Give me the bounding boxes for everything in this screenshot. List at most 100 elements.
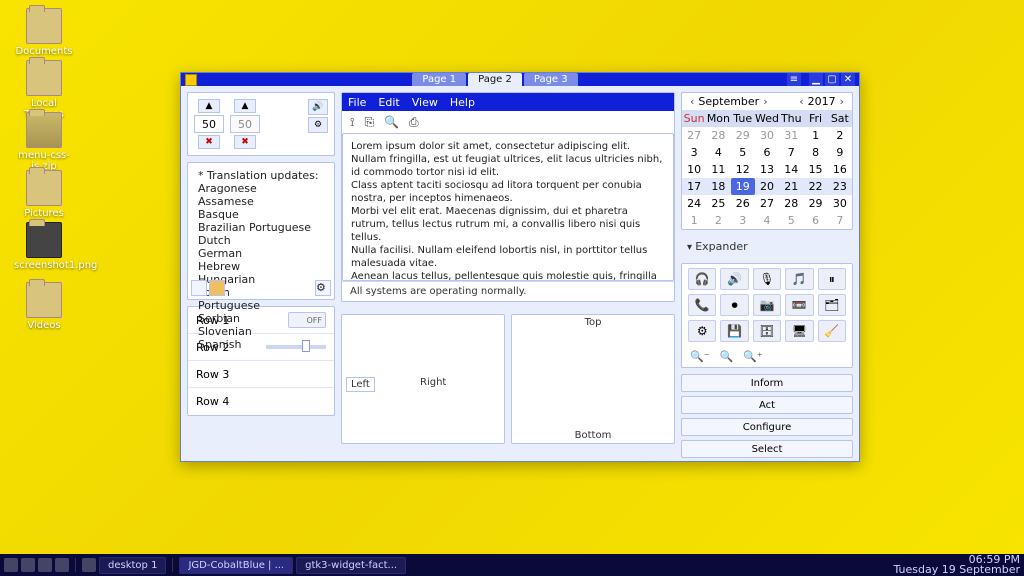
inform-button[interactable]: Inform bbox=[681, 374, 853, 392]
app-icon[interactable]: 🎙 bbox=[753, 268, 781, 290]
cal-day[interactable]: 4 bbox=[755, 212, 779, 229]
cal-day[interactable]: 1 bbox=[803, 127, 827, 144]
spin1-up-button[interactable]: ▲ bbox=[198, 99, 220, 113]
task-button-1[interactable]: JGD-CobaltBlue | ... bbox=[179, 557, 293, 574]
cal-day[interactable]: 21 bbox=[779, 178, 803, 195]
cal-day[interactable]: 29 bbox=[731, 127, 755, 144]
language-item[interactable]: Hebrew bbox=[198, 260, 324, 273]
task-button-2[interactable]: gtk3-widget-fact... bbox=[296, 557, 406, 574]
cal-day[interactable]: 28 bbox=[706, 127, 730, 144]
language-item[interactable]: Aragonese bbox=[198, 182, 324, 195]
view-list-icon[interactable] bbox=[191, 280, 207, 296]
cal-day[interactable]: 2 bbox=[828, 127, 852, 144]
cal-day[interactable]: 6 bbox=[755, 144, 779, 161]
app-icon[interactable]: 📼 bbox=[785, 294, 813, 316]
copy-icon[interactable]: ⎘ bbox=[364, 115, 374, 130]
cal-day[interactable]: 5 bbox=[731, 144, 755, 161]
spin2-down-button[interactable]: ✖ bbox=[234, 135, 256, 149]
app-icon[interactable]: 🎧 bbox=[688, 268, 716, 290]
tab-page1[interactable]: Page 1 bbox=[412, 73, 466, 86]
workspace-button[interactable]: desktop 1 bbox=[99, 557, 166, 574]
app-icon[interactable]: 🗄 bbox=[753, 320, 781, 342]
desktop-icon-pictures[interactable]: Pictures bbox=[14, 170, 74, 219]
list-settings-icon[interactable]: ⚙ bbox=[315, 280, 331, 296]
tray-icon[interactable] bbox=[21, 558, 35, 572]
bookmark-icon[interactable]: ⟟ bbox=[350, 115, 354, 130]
tab-page3[interactable]: Page 3 bbox=[524, 73, 578, 86]
language-item[interactable]: German bbox=[198, 247, 324, 260]
desktop-icon-screenshot[interactable]: screenshot1.png bbox=[14, 222, 74, 271]
app-icon[interactable]: 🗂 bbox=[818, 294, 846, 316]
menu-view[interactable]: View bbox=[412, 96, 438, 109]
cal-day[interactable]: 23 bbox=[828, 178, 852, 195]
cal-day[interactable]: 4 bbox=[706, 144, 730, 161]
textarea[interactable]: Lorem ipsum dolor sit amet, consectetur … bbox=[342, 133, 674, 281]
app-icon[interactable]: 📷 bbox=[753, 294, 781, 316]
cal-day[interactable]: 27 bbox=[682, 127, 706, 144]
cal-day[interactable]: 20 bbox=[755, 178, 779, 195]
maximize-icon[interactable]: ▢ bbox=[825, 73, 839, 86]
titlebar[interactable]: Page 1 Page 2 Page 3 ≡ ▁ ▢ ✕ bbox=[181, 73, 859, 86]
menu-file[interactable]: File bbox=[348, 96, 366, 109]
app-icon[interactable]: 💾 bbox=[720, 320, 748, 342]
zoom-in-icon[interactable]: 🔍⁺ bbox=[743, 350, 763, 363]
tray-icon[interactable] bbox=[55, 558, 69, 572]
cal-day[interactable]: 26 bbox=[731, 195, 755, 212]
cal-year-next[interactable]: › bbox=[836, 95, 848, 108]
spin1-down-button[interactable]: ✖ bbox=[198, 135, 220, 149]
cal-day[interactable]: 30 bbox=[828, 195, 852, 212]
app-icon[interactable]: 🧹 bbox=[818, 320, 846, 342]
cal-day[interactable]: 12 bbox=[731, 161, 755, 178]
cal-year-prev[interactable]: ‹ bbox=[795, 95, 807, 108]
cal-day[interactable]: 15 bbox=[803, 161, 827, 178]
language-item[interactable]: Portuguese bbox=[198, 299, 324, 312]
cal-day[interactable]: 9 bbox=[828, 144, 852, 161]
desktop-icon-menucss[interactable]: menu-css-js.zip bbox=[14, 112, 74, 172]
cal-day[interactable]: 18 bbox=[706, 178, 730, 195]
view-grid-icon[interactable] bbox=[209, 280, 225, 296]
app-icon[interactable]: ⚙ bbox=[688, 320, 716, 342]
frame-left-label[interactable]: Left bbox=[346, 377, 375, 392]
menu-icon[interactable]: ≡ bbox=[787, 73, 801, 86]
cal-day[interactable]: 16 bbox=[828, 161, 852, 178]
cal-day[interactable]: 22 bbox=[803, 178, 827, 195]
language-item[interactable]: Dutch bbox=[198, 234, 324, 247]
act-button[interactable]: Act bbox=[681, 396, 853, 414]
language-item[interactable]: Basque bbox=[198, 208, 324, 221]
minimize-icon[interactable]: ▁ bbox=[809, 73, 823, 86]
cal-day[interactable]: 14 bbox=[779, 161, 803, 178]
cal-day[interactable]: 11 bbox=[706, 161, 730, 178]
cal-day[interactable]: 13 bbox=[755, 161, 779, 178]
cal-day[interactable]: 19 bbox=[731, 178, 755, 195]
cal-day[interactable]: 17 bbox=[682, 178, 706, 195]
volume-icon[interactable]: 🔊 bbox=[308, 99, 328, 115]
cal-day[interactable]: 7 bbox=[828, 212, 852, 229]
settings-small-icon[interactable]: ⚙ bbox=[308, 117, 328, 133]
app-icon[interactable]: ⏸ bbox=[818, 268, 846, 290]
close-icon[interactable]: ✕ bbox=[841, 73, 855, 86]
print-icon[interactable]: ⎙ bbox=[409, 115, 419, 130]
cal-day[interactable]: 25 bbox=[706, 195, 730, 212]
select-button[interactable]: Select bbox=[681, 440, 853, 458]
menu-help[interactable]: Help bbox=[450, 96, 475, 109]
cal-day[interactable]: 3 bbox=[682, 144, 706, 161]
app-icon[interactable]: ⏺ bbox=[720, 294, 748, 316]
zoom-icon[interactable]: 🔍 bbox=[384, 115, 399, 129]
tray-icon[interactable] bbox=[4, 558, 18, 572]
cal-day[interactable]: 24 bbox=[682, 195, 706, 212]
cal-day[interactable]: 28 bbox=[779, 195, 803, 212]
cal-month-prev[interactable]: ‹ bbox=[686, 95, 698, 108]
cal-day[interactable]: 7 bbox=[779, 144, 803, 161]
cal-day[interactable]: 8 bbox=[803, 144, 827, 161]
cal-day[interactable]: 30 bbox=[755, 127, 779, 144]
desktop-icon-videos[interactable]: Videos bbox=[14, 282, 74, 331]
cal-day[interactable]: 10 bbox=[682, 161, 706, 178]
cal-day[interactable]: 6 bbox=[803, 212, 827, 229]
spin2-up-button[interactable]: ▲ bbox=[234, 99, 256, 113]
row-3[interactable]: Row 3 bbox=[188, 361, 334, 388]
cal-day[interactable]: 27 bbox=[755, 195, 779, 212]
app-icon[interactable]: 🎵 bbox=[785, 268, 813, 290]
app-icon[interactable]: 🔊 bbox=[720, 268, 748, 290]
menu-edit[interactable]: Edit bbox=[378, 96, 399, 109]
row-4[interactable]: Row 4 bbox=[188, 388, 334, 415]
